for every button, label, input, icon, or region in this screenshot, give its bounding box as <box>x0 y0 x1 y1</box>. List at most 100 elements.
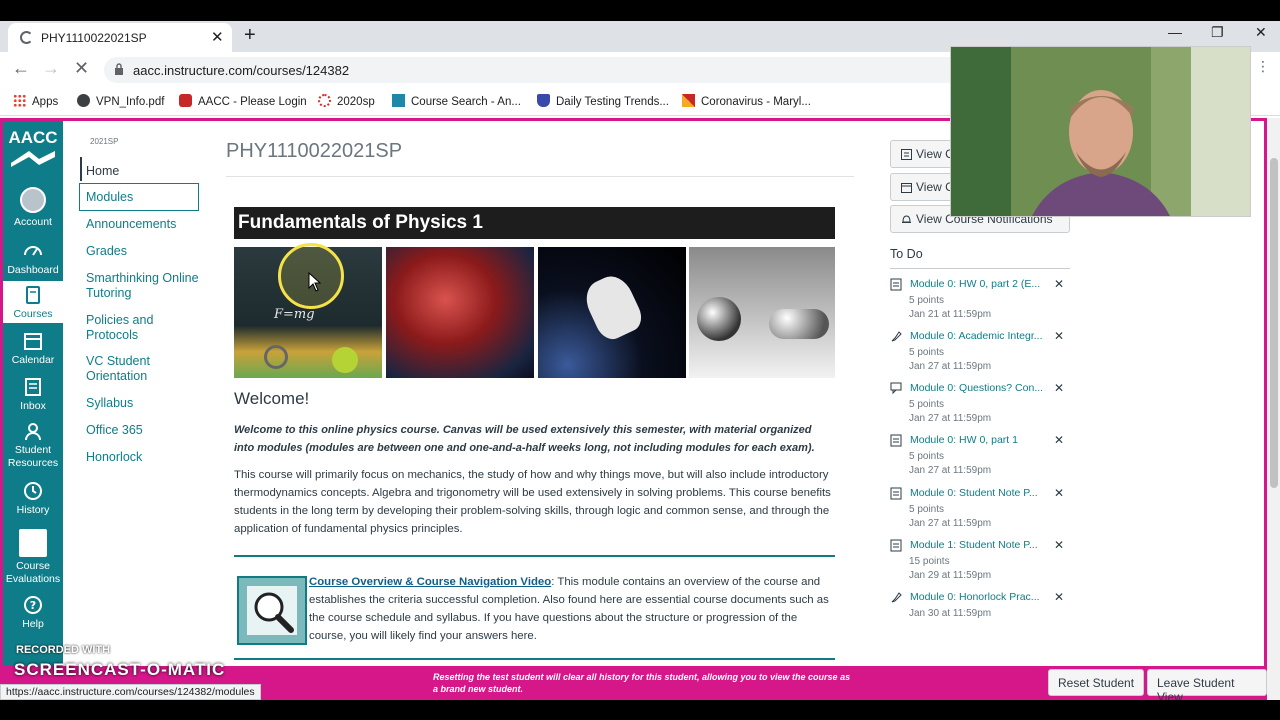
bell-icon <box>902 215 911 223</box>
course-nav-office365[interactable]: Office 365 <box>86 423 206 438</box>
tab-title: PHY1110022021SP <box>41 31 147 45</box>
bookmark-daily-testing[interactable]: Daily Testing Trends... <box>537 94 669 108</box>
reset-student-button[interactable]: Reset Student <box>1048 669 1145 696</box>
nav-help[interactable]: ? Help <box>3 595 63 631</box>
nav-label: Calendar <box>11 354 55 366</box>
student-view-message: Resetting the test student will clear al… <box>433 672 851 694</box>
nav-label: Inbox <box>20 400 46 412</box>
discussion-icon <box>890 382 902 395</box>
scrollbar-thumb[interactable] <box>1270 158 1278 488</box>
help-icon: ? <box>24 596 42 614</box>
nav-label: Courses <box>13 308 53 320</box>
todo-points: 5 points <box>909 504 945 515</box>
assignment-icon <box>890 539 902 552</box>
todo-title[interactable]: Module 0: Questions? Con... <box>910 382 1043 394</box>
todo-points: 5 points <box>909 295 945 306</box>
dismiss-icon[interactable]: ✕ <box>1054 538 1064 552</box>
dismiss-icon[interactable]: ✕ <box>1054 590 1064 604</box>
overview-description: Course Overview & Course Navigation Vide… <box>309 573 835 645</box>
course-nav-syllabus[interactable]: Syllabus <box>86 396 206 411</box>
tab-close-icon[interactable]: ✕ <box>211 28 224 46</box>
course-nav-modules[interactable]: Modules <box>86 190 206 205</box>
minimize-icon[interactable]: — <box>1168 24 1182 40</box>
assignment-icon <box>890 278 902 291</box>
todo-title[interactable]: Module 0: HW 0, part 1 <box>910 434 1018 446</box>
button-label: View C <box>916 180 954 194</box>
aacc-logo[interactable]: AACC <box>7 129 59 171</box>
bookmark-label: AACC - Please Login <box>198 96 307 108</box>
browser-menu-icon[interactable]: ⋮ <box>1256 58 1270 75</box>
leave-student-view-button[interactable]: Leave Student View <box>1147 669 1267 704</box>
dismiss-icon[interactable]: ✕ <box>1054 277 1064 291</box>
mouse-pointer-icon <box>308 272 322 292</box>
course-nav-vc-orientation[interactable]: VC Student Orientation <box>86 354 206 384</box>
history-clock-icon <box>24 482 42 500</box>
logo-text: AACC <box>8 128 58 147</box>
calendar-icon <box>24 333 42 350</box>
course-nav-policies[interactable]: Policies and Protocols <box>86 313 206 343</box>
todo-due: Jan 27 at 11:59pm <box>909 413 992 424</box>
cradle-ball-shape <box>697 297 741 341</box>
bookmark-coronavirus[interactable]: Coronavirus - Maryl... <box>682 94 811 108</box>
nav-inbox[interactable]: Inbox <box>3 377 63 413</box>
magnifying-glass-icon <box>254 592 294 633</box>
overview-thumbnail[interactable] <box>237 576 307 645</box>
todo-title[interactable]: Module 1: Student Note P... <box>910 539 1038 551</box>
course-nav-home[interactable]: Home <box>86 164 206 179</box>
globe-icon <box>77 94 90 107</box>
nav-history[interactable]: History <box>3 481 63 517</box>
todo-points: 5 points <box>909 347 945 358</box>
course-banner: Fundamentals of Physics 1 <box>234 207 835 239</box>
nav-courses[interactable]: Courses <box>3 281 63 323</box>
nav-dashboard[interactable]: Dashboard <box>3 241 63 277</box>
course-nav-announcements[interactable]: Announcements <box>86 217 206 232</box>
dismiss-icon[interactable]: ✕ <box>1054 486 1064 500</box>
stop-icon[interactable]: ✕ <box>74 58 89 79</box>
term-label: 2021SP <box>90 137 119 146</box>
course-nav-smarthinking[interactable]: Smarthinking Online Tutoring <box>86 271 206 301</box>
inbox-icon <box>25 378 41 396</box>
todo-divider <box>890 268 1070 269</box>
status-bar-url: https://aacc.instructure.com/courses/124… <box>0 684 261 700</box>
stream-icon <box>901 149 912 160</box>
top-black-strip <box>0 0 1280 21</box>
bookmark-apps[interactable]: Apps <box>13 94 58 108</box>
todo-title[interactable]: Module 0: HW 0, part 2 (E... <box>910 278 1040 290</box>
forward-icon[interactable]: → <box>42 58 60 79</box>
restore-icon[interactable]: ❐ <box>1211 24 1224 41</box>
nav-account[interactable]: Account <box>3 187 63 229</box>
nav-label: Student Resources <box>7 444 59 469</box>
todo-title[interactable]: Module 0: Student Note P... <box>910 487 1038 499</box>
back-icon[interactable]: ← <box>12 58 30 79</box>
todo-title[interactable]: Module 0: Academic Integr... <box>910 330 1043 342</box>
todo-title[interactable]: Module 0: Honorlock Prac... <box>910 591 1040 603</box>
browser-tab[interactable]: PHY1110022021SP ✕ <box>8 23 232 52</box>
nav-course-evaluations[interactable]: Course Evaluations <box>3 529 63 586</box>
bookmark-aacc-login[interactable]: AACC - Please Login <box>179 94 307 108</box>
page-title: PHY1110022021SP <box>226 140 403 162</box>
bookmark-course-search[interactable]: Course Search - An... <box>392 94 521 108</box>
nav-calendar[interactable]: Calendar <box>3 331 63 367</box>
todo-due: Jan 27 at 11:59pm <box>909 361 992 372</box>
course-search-icon <box>392 94 405 107</box>
course-nav-honorlock[interactable]: Honorlock <box>86 450 206 465</box>
new-tab-icon[interactable]: + <box>244 24 256 47</box>
nav-label: History <box>16 504 50 516</box>
overview-link[interactable]: Course Overview & Course Navigation Vide… <box>309 576 551 588</box>
dismiss-icon[interactable]: ✕ <box>1054 381 1064 395</box>
apps-grid-icon <box>13 94 26 107</box>
course-nav-grades[interactable]: Grades <box>86 244 206 259</box>
nav-student-resources[interactable]: Student Resources <box>3 421 63 470</box>
canvas-logo-icon <box>318 94 331 107</box>
bookmark-label: Daily Testing Trends... <box>556 96 669 108</box>
page-scrollbar[interactable] <box>1267 118 1280 700</box>
webcam-overlay <box>950 46 1251 217</box>
svg-text:?: ? <box>30 599 36 612</box>
bookmark-2020sp[interactable]: 2020sp <box>318 94 375 108</box>
todo-due: Jan 27 at 11:59pm <box>909 518 992 529</box>
overview-thumbnail-inner <box>247 586 297 635</box>
window-close-icon[interactable]: ✕ <box>1255 24 1267 41</box>
dismiss-icon[interactable]: ✕ <box>1054 433 1064 447</box>
dismiss-icon[interactable]: ✕ <box>1054 329 1064 343</box>
bookmark-vpn[interactable]: VPN_Info.pdf <box>77 94 164 108</box>
